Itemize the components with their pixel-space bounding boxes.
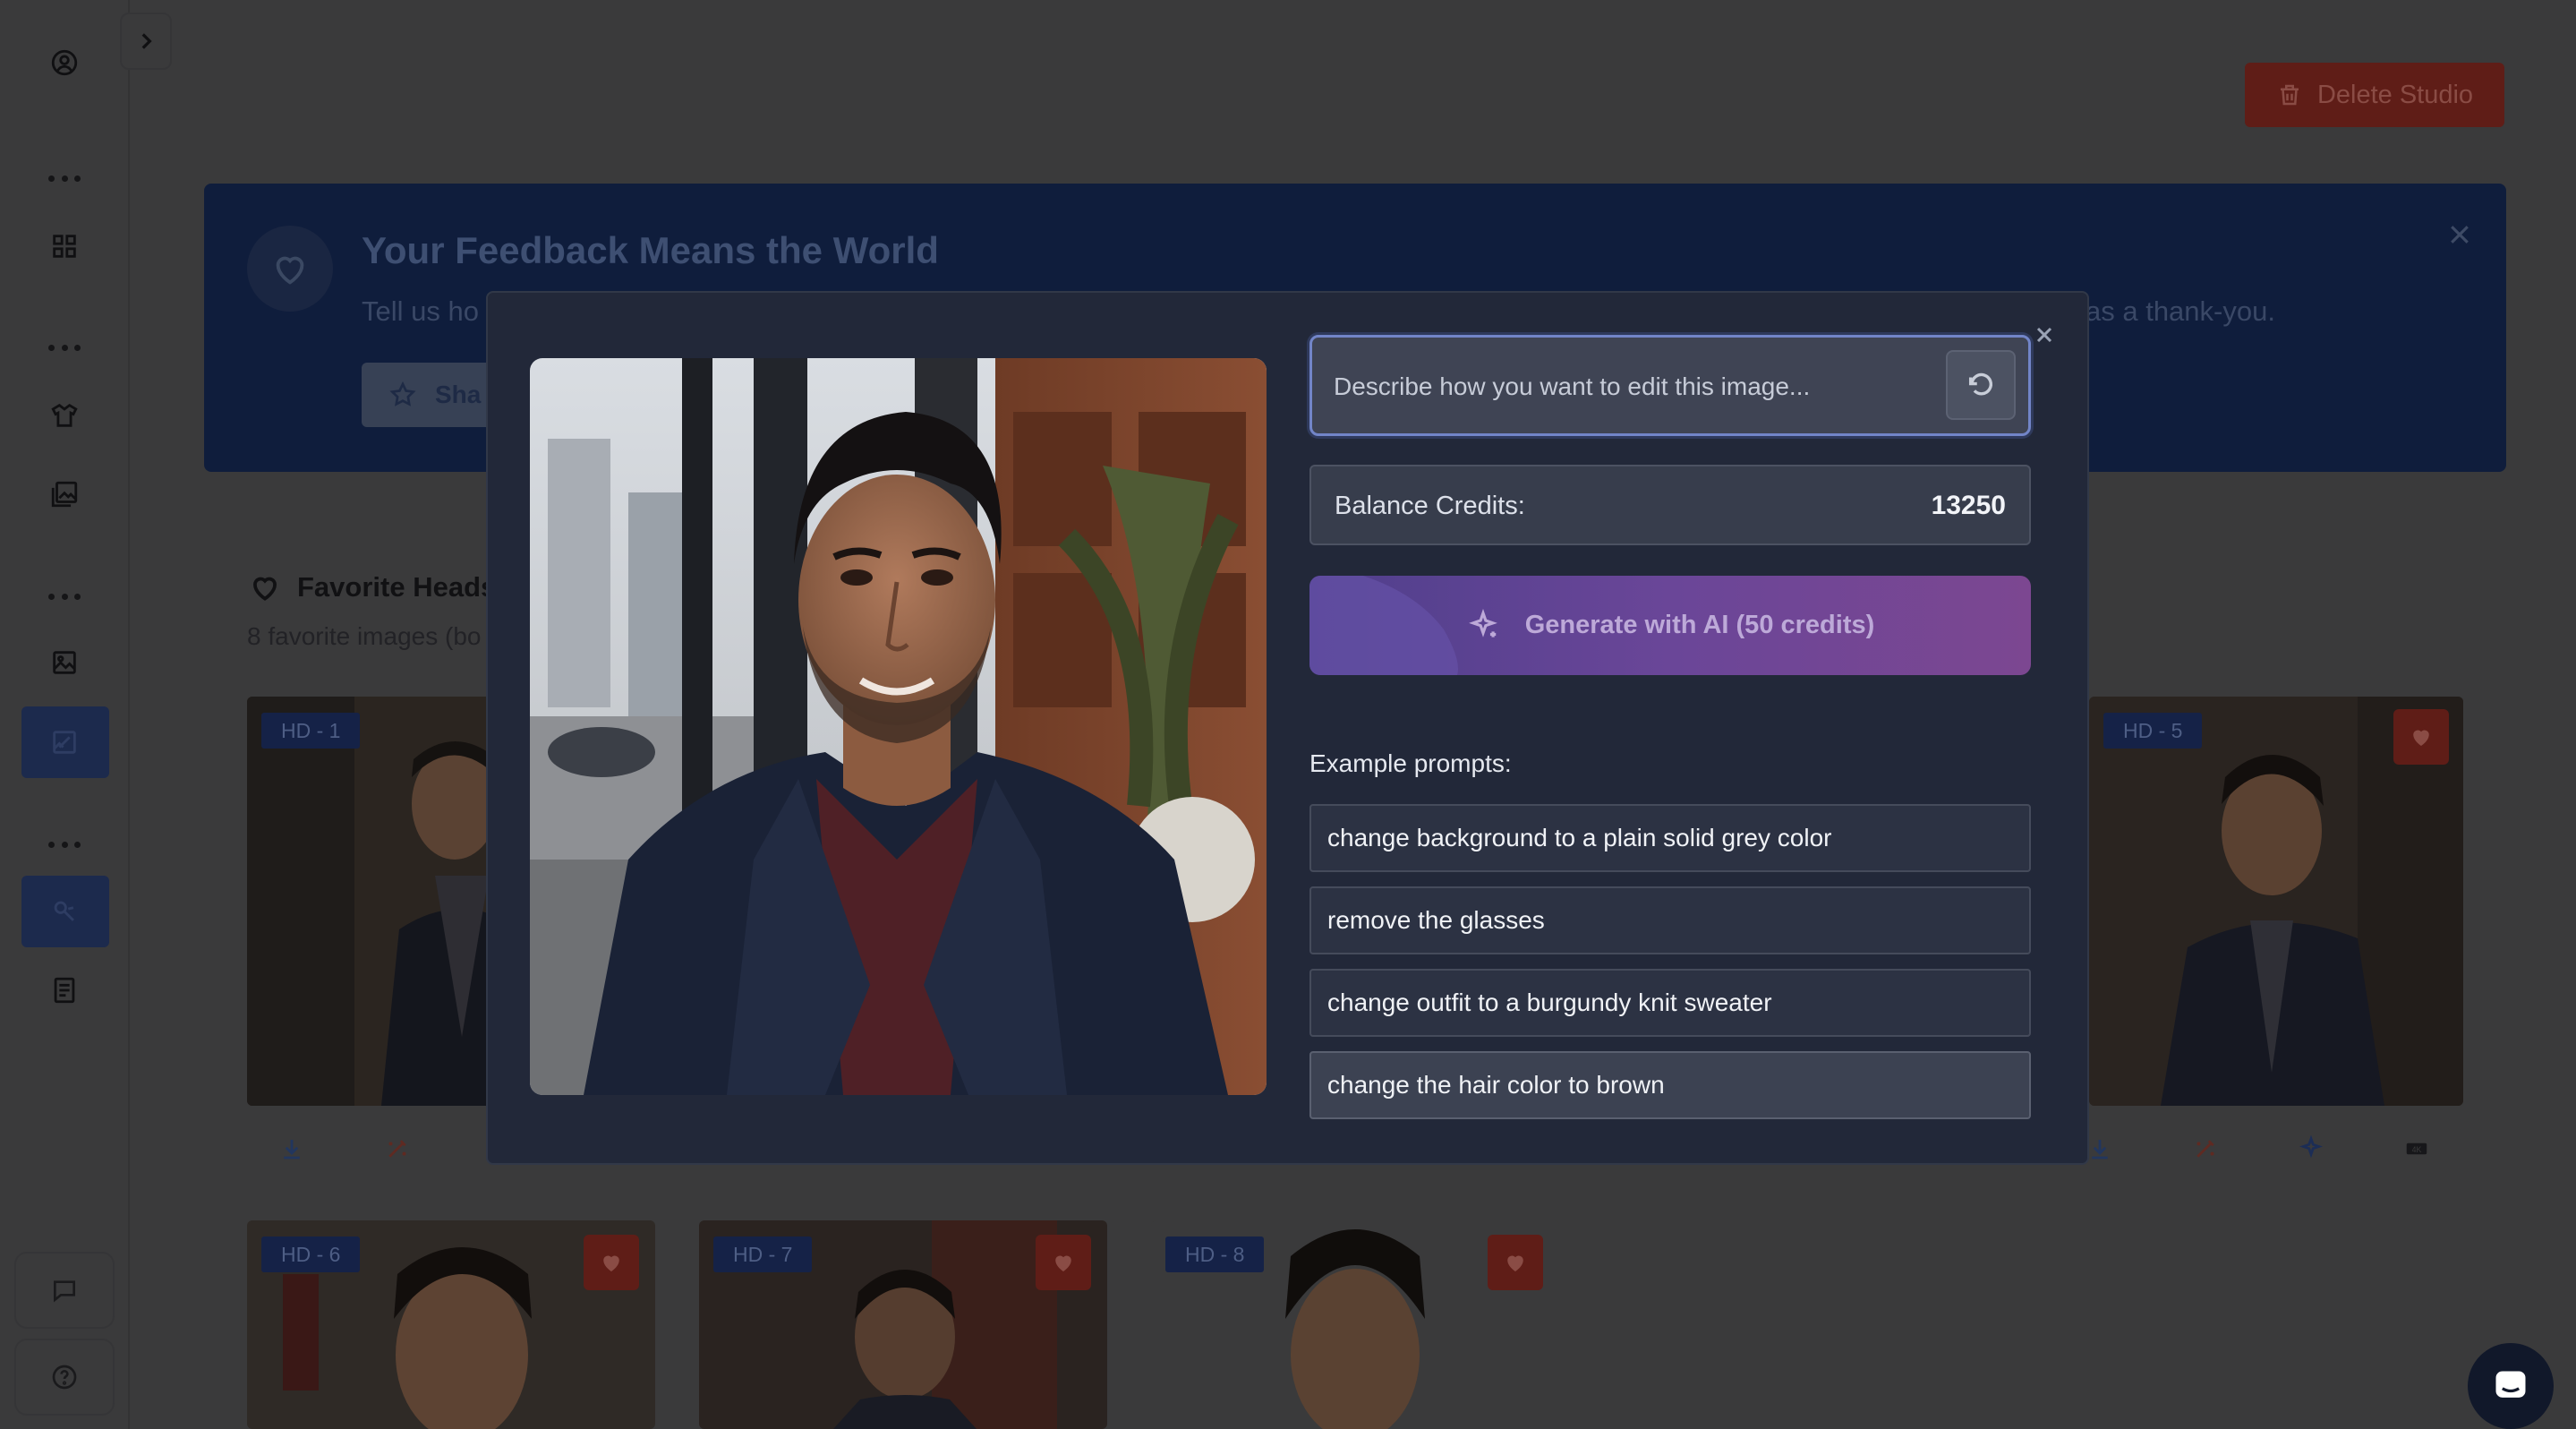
- close-icon: [2451, 226, 2469, 244]
- palette-icon[interactable]: [39, 886, 90, 937]
- favorite-heart-button[interactable]: [2393, 709, 2449, 765]
- favorite-card[interactable]: HD - 8: [1151, 1220, 1559, 1429]
- svg-text:4K: 4K: [2412, 1145, 2422, 1154]
- hd-badge: HD - 8: [1165, 1236, 1265, 1272]
- banner-title: Your Feedback Means the World: [362, 229, 939, 271]
- banner-subtitle: Tell us ho: [362, 295, 479, 327]
- balance-credits-label: Balance Credits:: [1335, 492, 1525, 520]
- banner-subtitle-tail: as a thank-you.: [2086, 295, 2275, 327]
- more-dots-icon[interactable]: [48, 842, 81, 851]
- share-feedback-label: Sha: [435, 381, 482, 408]
- more-dots-icon[interactable]: [48, 345, 81, 354]
- heart-icon: [247, 226, 333, 312]
- chat-widget-icon: [2495, 1371, 2526, 1398]
- download-icon[interactable]: [267, 1124, 317, 1174]
- chevron-right-icon: [141, 33, 152, 49]
- star-icon: [389, 381, 416, 406]
- banner-close-button[interactable]: [2440, 215, 2479, 254]
- hd-badge: HD - 6: [261, 1236, 361, 1272]
- favorite-card[interactable]: HD - 6: [247, 1220, 655, 1429]
- help-button[interactable]: [14, 1339, 115, 1416]
- grid-icon[interactable]: [39, 221, 90, 271]
- shirt-icon[interactable]: [39, 390, 90, 441]
- hd-badge: HD - 5: [2103, 713, 2203, 749]
- example-prompt-item[interactable]: change outfit to a burgundy knit sweater: [1309, 969, 2031, 1037]
- favorites-heading: Favorite Heads: [247, 570, 496, 604]
- balance-credits-box: Balance Credits: 13250: [1309, 465, 2031, 545]
- favorites-title: Favorite Heads: [297, 571, 497, 603]
- example-prompt-item[interactable]: change background to a plain solid grey …: [1309, 804, 2031, 872]
- modal-close-button[interactable]: [2026, 317, 2062, 353]
- magic-wand-icon[interactable]: [2180, 1124, 2231, 1174]
- reset-prompt-button[interactable]: [1946, 350, 2016, 420]
- sidebar-expand-button[interactable]: [120, 13, 172, 70]
- headshot-photo: [247, 697, 507, 1106]
- example-prompts-label: Example prompts:: [1309, 749, 1512, 777]
- generate-label: Generate with AI (50 credits): [1524, 611, 1875, 639]
- button-decoration: [1309, 576, 1458, 675]
- close-icon: [2036, 327, 2052, 343]
- edit-prompt-input[interactable]: [1332, 364, 1923, 409]
- heart-outline-icon: [253, 577, 277, 601]
- sidebar: [0, 0, 130, 1429]
- sparkle-icon[interactable]: [2286, 1124, 2336, 1174]
- hd-badge: HD - 1: [261, 713, 361, 749]
- favorite-card[interactable]: HD - 1: [247, 697, 507, 1106]
- heart-filled-icon: [1055, 1255, 1071, 1271]
- hd-badge: HD - 7: [713, 1236, 813, 1272]
- delete-studio-label: Delete Studio: [2316, 80, 2474, 109]
- sparkle-icon: [1468, 608, 1497, 637]
- favorite-heart-button[interactable]: [584, 1235, 639, 1290]
- image-edit-icon[interactable]: [39, 717, 90, 767]
- favorite-heart-button[interactable]: [1488, 1235, 1543, 1290]
- share-feedback-button[interactable]: Sha: [362, 363, 505, 427]
- image-icon[interactable]: [39, 637, 90, 688]
- user-circle-icon[interactable]: [39, 38, 90, 88]
- favorite-heart-button[interactable]: [1036, 1235, 1091, 1290]
- chat-button[interactable]: [14, 1252, 115, 1329]
- example-prompt-item[interactable]: change the hair color to brown: [1309, 1051, 2031, 1119]
- gallery-icon[interactable]: [39, 469, 90, 519]
- edit-prompt-box: [1309, 335, 2031, 436]
- help-icon: [52, 1365, 77, 1390]
- chat-icon: [54, 1280, 75, 1303]
- document-icon[interactable]: [39, 965, 90, 1015]
- trash-icon: [2280, 84, 2299, 106]
- 4k-icon[interactable]: 4K: [2392, 1124, 2442, 1174]
- example-prompt-item[interactable]: remove the glasses: [1309, 886, 2031, 954]
- support-chat-button[interactable]: [2468, 1343, 2554, 1429]
- heart-filled-icon: [2413, 730, 2429, 746]
- favorite-card[interactable]: HD - 7: [699, 1220, 1107, 1429]
- more-dots-icon[interactable]: [48, 175, 81, 184]
- modal-headshot-image: [530, 358, 1267, 1095]
- balance-credits-value: 13250: [1931, 491, 2006, 520]
- magic-wand-icon[interactable]: [372, 1124, 422, 1174]
- favorite-card[interactable]: HD - 5: [2089, 697, 2463, 1106]
- delete-studio-button[interactable]: Delete Studio: [2245, 63, 2504, 127]
- favorites-count: 8 favorite images (bo: [247, 622, 482, 650]
- rotate-ccw-icon: [1968, 372, 1992, 396]
- heart-filled-icon: [603, 1255, 619, 1271]
- heart-filled-icon: [1507, 1255, 1523, 1271]
- more-dots-icon[interactable]: [48, 594, 81, 603]
- generate-with-ai-button[interactable]: Generate with AI (50 credits): [1309, 576, 2031, 675]
